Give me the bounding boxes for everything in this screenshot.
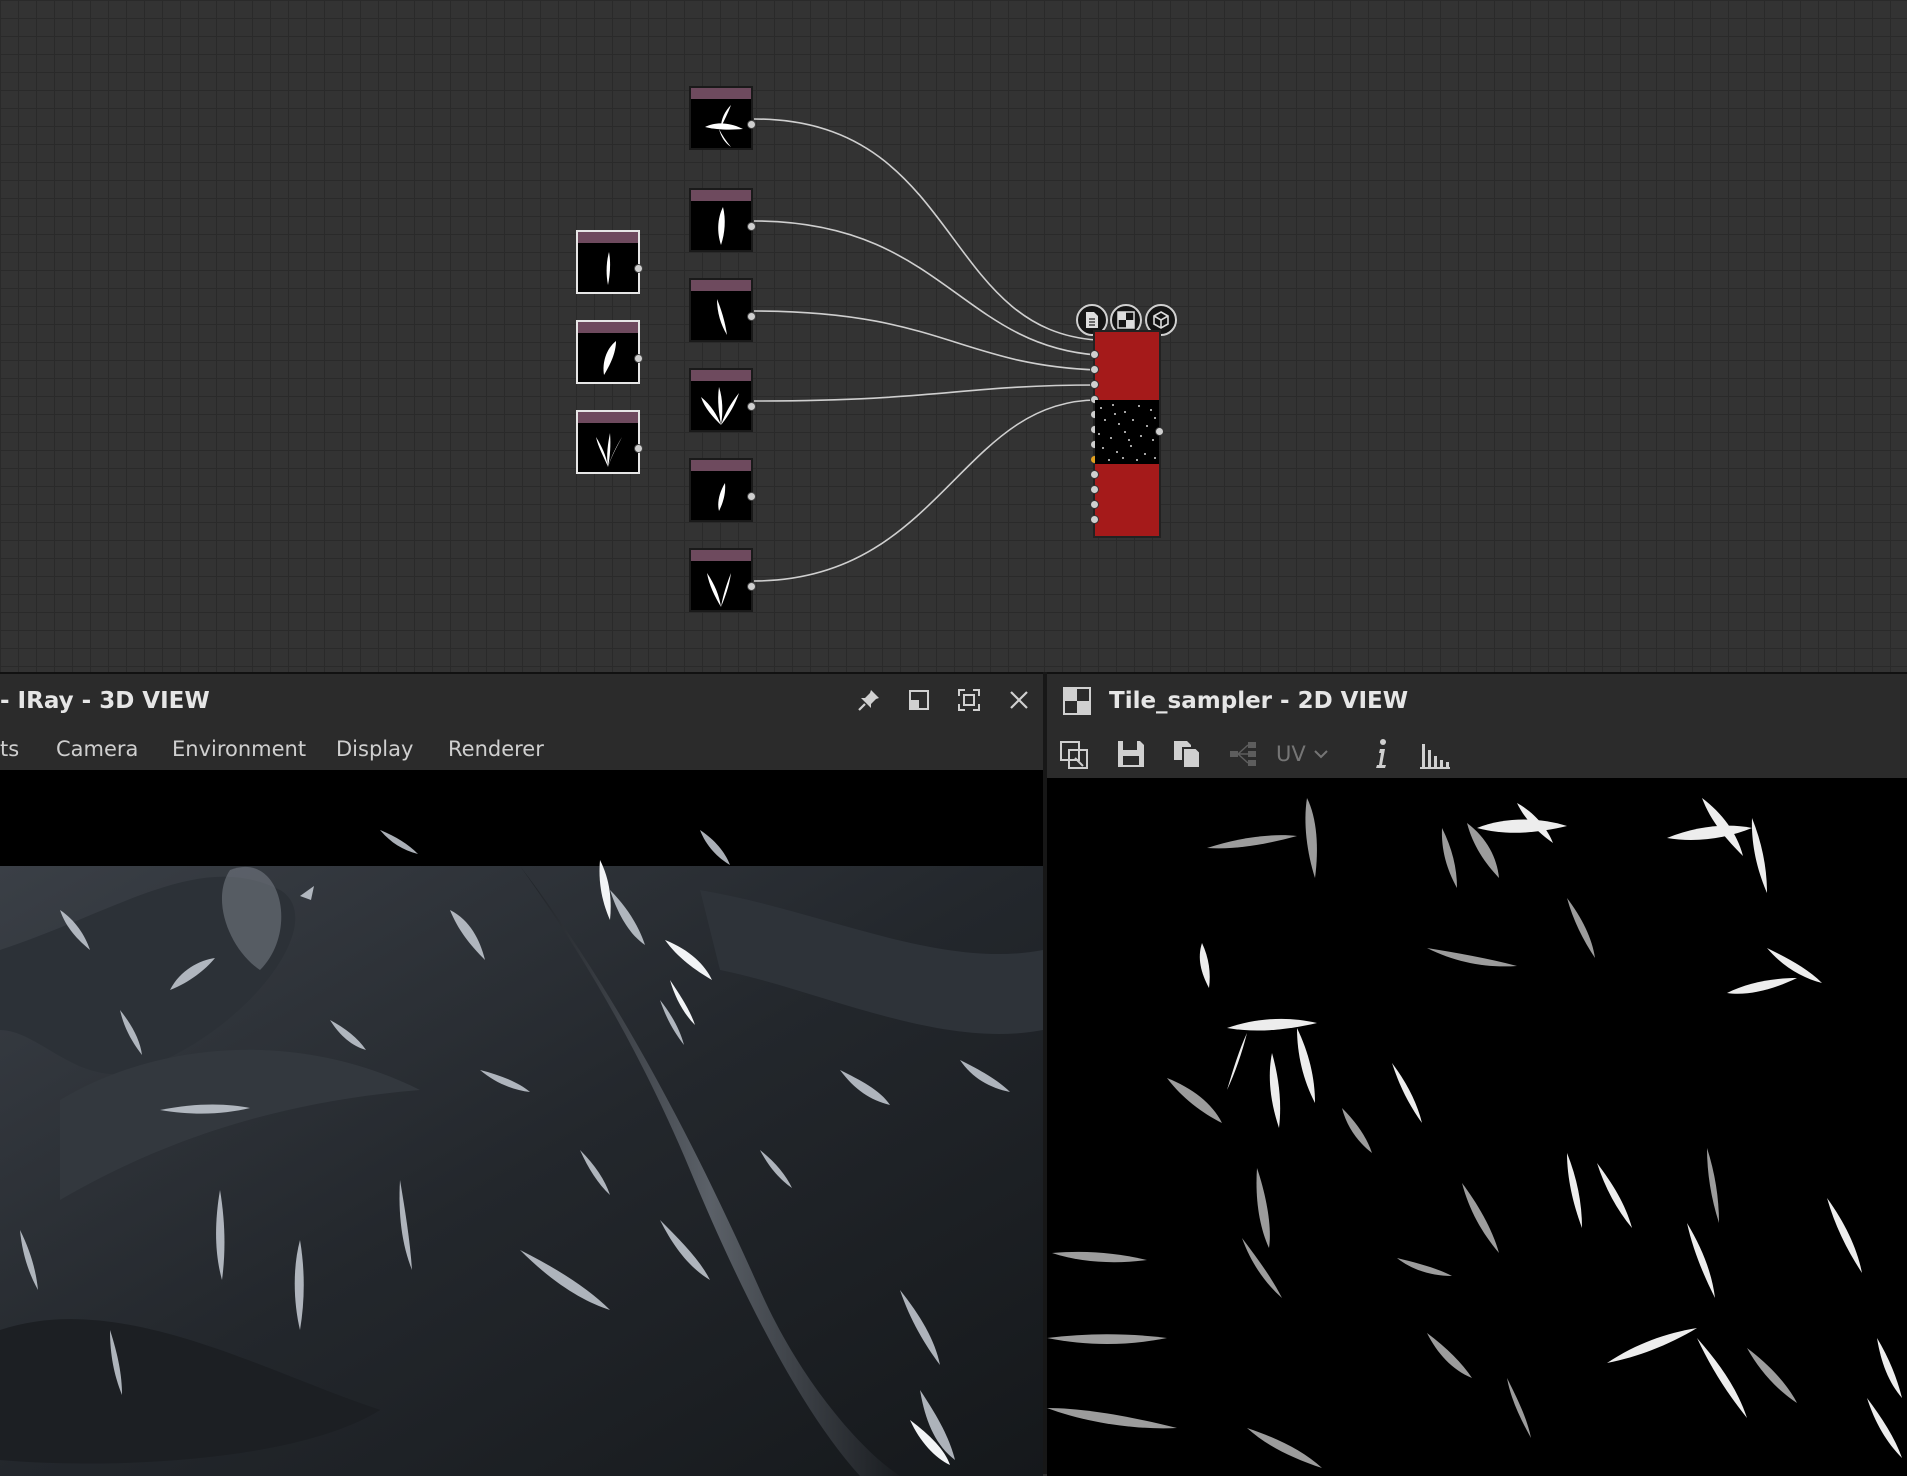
copy-icon[interactable] xyxy=(1169,736,1205,772)
output-port[interactable] xyxy=(747,222,756,231)
leaf-thumbnail xyxy=(606,252,611,285)
info-icon[interactable] xyxy=(1363,736,1399,772)
leaf-thumbnail xyxy=(596,433,622,467)
maximize-icon[interactable] xyxy=(955,686,983,714)
leaf-thumbnail xyxy=(603,341,616,375)
leaf-thumbnail xyxy=(718,207,725,245)
leaf-input-node-6[interactable] xyxy=(689,278,756,342)
output-port[interactable] xyxy=(634,354,643,363)
output-port[interactable] xyxy=(747,312,756,321)
chevron-down-icon xyxy=(1314,750,1328,759)
float-icon[interactable] xyxy=(905,686,933,714)
input-port[interactable] xyxy=(1090,365,1099,374)
leaf-thumbnail xyxy=(701,387,739,425)
checker-icon xyxy=(1063,687,1091,715)
3d-render xyxy=(0,770,1043,1476)
histogram-icon[interactable] xyxy=(1417,736,1453,772)
leaf-input-node-4[interactable] xyxy=(689,86,756,150)
2d-view-toolbar: UV xyxy=(1047,728,1907,778)
leaf-thumbnail xyxy=(707,573,731,607)
pin-icon[interactable] xyxy=(855,686,883,714)
leaf-input-node-7[interactable] xyxy=(689,368,756,432)
tile-sampler-preview xyxy=(1095,400,1159,464)
menu-camera[interactable]: Camera xyxy=(56,728,138,770)
leaf-input-node-3[interactable] xyxy=(576,410,643,474)
output-port[interactable] xyxy=(634,264,643,273)
leaf-thumbnail xyxy=(705,105,743,147)
input-port[interactable] xyxy=(1090,485,1099,494)
wire xyxy=(753,118,1098,341)
menu-display[interactable]: Display xyxy=(336,728,413,770)
2d-texture-preview xyxy=(1047,778,1907,1476)
output-port[interactable] xyxy=(747,582,756,591)
uv-dropdown[interactable]: UV xyxy=(1276,736,1328,772)
input-port[interactable] xyxy=(1090,515,1099,524)
leaf-input-node-2[interactable] xyxy=(576,320,643,384)
graph-wires xyxy=(753,118,1098,582)
export-icon[interactable] xyxy=(1057,736,1093,772)
input-port[interactable] xyxy=(1090,350,1099,359)
input-port[interactable] xyxy=(1090,500,1099,509)
2d-view-panel: Tile_sampler - 2D VIEW UV xyxy=(1047,672,1907,1476)
output-port[interactable] xyxy=(747,492,756,501)
leaf-input-node-9[interactable] xyxy=(689,548,756,612)
node-header xyxy=(578,412,638,423)
node-header xyxy=(691,88,751,99)
3d-view-panel: - IRay - 3D VIEW ts Camera Environment D… xyxy=(0,672,1043,1476)
2d-view-title: Tile_sampler - 2D VIEW xyxy=(1109,688,1409,714)
node-graph-canvas[interactable] xyxy=(0,0,1907,672)
output-port[interactable] xyxy=(634,444,643,453)
leaf-input-node-8[interactable] xyxy=(689,458,756,522)
menu-lights[interactable]: ts xyxy=(0,728,19,770)
node-header xyxy=(691,370,751,381)
wire xyxy=(753,220,1098,356)
graph-icon[interactable] xyxy=(1225,736,1261,772)
node-header xyxy=(691,550,751,561)
node-header xyxy=(691,190,751,201)
menu-environment[interactable]: Environment xyxy=(172,728,306,770)
wire xyxy=(753,399,1098,582)
save-icon[interactable] xyxy=(1113,736,1149,772)
3d-view-titlebar: - IRay - 3D VIEW xyxy=(0,674,1043,728)
output-port[interactable] xyxy=(747,120,756,129)
uv-label: UV xyxy=(1276,742,1306,766)
node-header xyxy=(578,232,638,243)
input-port[interactable] xyxy=(1090,380,1099,389)
3d-view-title: - IRay - 3D VIEW xyxy=(0,688,210,714)
node-header xyxy=(691,280,751,291)
node-header xyxy=(578,322,638,333)
node-header xyxy=(691,460,751,471)
tile-sampler-node[interactable] xyxy=(1090,330,1164,538)
leaf-thumbnail xyxy=(718,483,726,511)
leaf-input-node-5[interactable] xyxy=(689,188,756,252)
wire xyxy=(753,384,1098,402)
leaf-input-node-1[interactable] xyxy=(576,230,643,294)
input-port[interactable] xyxy=(1090,470,1099,479)
3d-view-menubar: ts Camera Environment Display Renderer xyxy=(0,728,1043,771)
wire xyxy=(753,310,1098,371)
2d-view-titlebar: Tile_sampler - 2D VIEW xyxy=(1047,674,1907,728)
menu-renderer[interactable]: Renderer xyxy=(448,728,544,770)
close-icon[interactable] xyxy=(1005,686,1033,714)
output-port[interactable] xyxy=(1155,427,1164,436)
leaf-thumbnail xyxy=(717,299,727,335)
output-port[interactable] xyxy=(747,402,756,411)
2d-viewport[interactable] xyxy=(1047,778,1907,1476)
3d-viewport[interactable] xyxy=(0,770,1043,1476)
